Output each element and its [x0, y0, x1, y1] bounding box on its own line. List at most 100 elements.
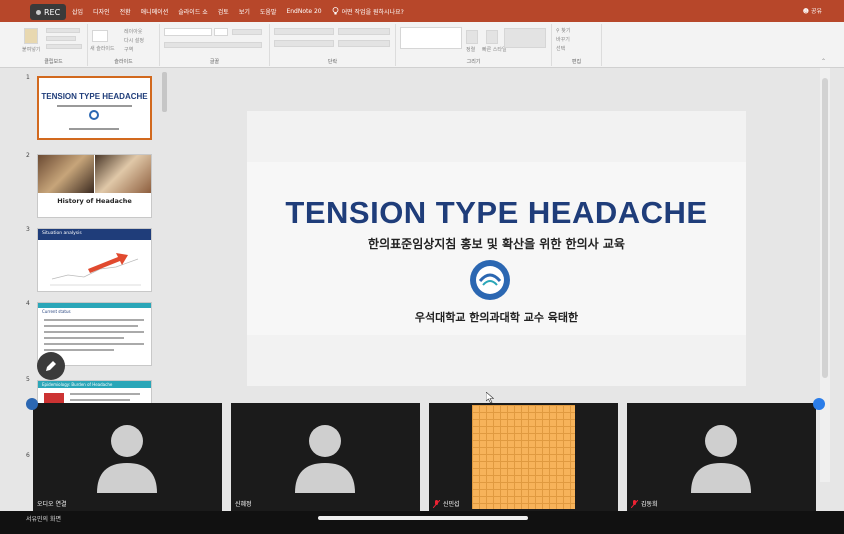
avatar-icon: [97, 425, 157, 493]
home-indicator[interactable]: [318, 516, 528, 520]
arrange-icon[interactable]: [466, 30, 478, 44]
group-editing: ⚲ 찾기 바꾸기 선택 편집: [552, 24, 602, 66]
find-button[interactable]: ⚲ 찾기: [556, 27, 570, 34]
tab-transitions[interactable]: 전환: [120, 7, 131, 16]
thumb-title: Situation analysis: [42, 231, 82, 236]
slide-top-band: [247, 111, 746, 162]
smartart-button[interactable]: [338, 40, 390, 47]
participant-name-label: 신민섭: [443, 501, 460, 508]
ribbon-tabs: 삽입 디자인 전환 애니메이션 슬라이드 쇼 검토 보기 도움말 EndNote…: [72, 0, 404, 22]
tab-animations[interactable]: 애니메이션: [141, 7, 169, 16]
group-paragraph-label: 단락: [327, 59, 338, 65]
mouse-cursor-icon: [486, 392, 494, 403]
font-size-select[interactable]: [214, 28, 228, 36]
format-painter-button[interactable]: [46, 44, 82, 49]
shape-format-buttons[interactable]: [504, 28, 546, 48]
person-icon: ☻: [802, 8, 810, 15]
thumb-logo-icon: [89, 110, 99, 120]
arrange-label[interactable]: 정렬: [466, 46, 475, 53]
list-buttons[interactable]: [274, 28, 334, 35]
new-slide-label[interactable]: 새 슬라이드: [90, 45, 115, 52]
cut-button[interactable]: [46, 28, 80, 33]
new-slide-icon[interactable]: [92, 30, 108, 42]
quick-styles-label[interactable]: 빠른 스타일: [482, 46, 507, 53]
slide-author[interactable]: 우석대학교 한의과대학 교수 육태한: [247, 309, 746, 325]
tell-me-search[interactable]: 어떤 작업을 원하시나요?: [332, 7, 404, 16]
tab-review[interactable]: 검토: [218, 7, 229, 16]
paste-label[interactable]: 붙여넣기: [22, 46, 40, 53]
tab-endnote[interactable]: EndNote 20: [286, 8, 321, 15]
collapse-ribbon-icon[interactable]: ⌃: [821, 58, 826, 65]
shapes-gallery[interactable]: [400, 27, 462, 49]
thumbnail-slide-2[interactable]: History of Headache: [37, 154, 152, 218]
group-clipboard-label: 클립보드: [44, 59, 63, 65]
meeting-footer: 서유민의 화면: [0, 511, 844, 534]
thumb-painting-image: [38, 155, 94, 193]
font-grow-buttons[interactable]: [232, 29, 262, 35]
copy-button[interactable]: [46, 36, 76, 41]
slide-subtitle[interactable]: 한의표준임상지침 홍보 및 확산을 위한 한의사 교육: [247, 235, 746, 252]
thumb-painting-image: [95, 155, 151, 193]
share-button[interactable]: ☻ 공유: [803, 6, 822, 15]
font-style-buttons[interactable]: [164, 42, 262, 48]
reset-button[interactable]: 다시 설정: [124, 37, 144, 44]
annotate-pen-button[interactable]: [37, 352, 65, 380]
pencil-icon: [46, 361, 56, 371]
thumb-text-line: [70, 399, 130, 401]
tell-me-text: 어떤 작업을 원하시나요?: [341, 8, 404, 16]
thumb-subtitle-line: [57, 105, 132, 107]
layout-button[interactable]: 레이아웃: [124, 28, 142, 35]
thumbnail-scrollbar[interactable]: [162, 72, 167, 112]
slide-scrollbar[interactable]: [820, 68, 830, 482]
participant-name-label: 신혜정: [235, 501, 252, 508]
active-screen-label: 서유민의 화면: [26, 516, 62, 523]
lightbulb-icon: [332, 7, 338, 15]
thumb-title: TENSION TYPE HEADACHE: [41, 92, 148, 101]
participant-tile[interactable]: 신혜정: [231, 403, 420, 511]
thumb-title: Epidemiology: Burden of Headache: [42, 382, 113, 387]
thumb-chart: [50, 253, 141, 286]
collapse-strip-right-button[interactable]: [813, 398, 825, 410]
slide-title[interactable]: TENSION TYPE HEADACHE: [247, 195, 746, 231]
tab-slideshow[interactable]: 슬라이드 쇼: [178, 7, 208, 16]
align-buttons[interactable]: [274, 40, 334, 47]
participant-name: 신혜정: [235, 499, 252, 508]
thumbnail-slide-1[interactable]: TENSION TYPE HEADACHE: [37, 76, 152, 140]
rec-indicator[interactable]: REC: [30, 4, 67, 20]
slide-canvas[interactable]: TENSION TYPE HEADACHE 한의표준임상지침 홍보 및 확산을 …: [247, 111, 746, 386]
participant-tile[interactable]: 신민섭: [429, 403, 618, 511]
rec-label: REC: [44, 7, 61, 17]
group-font: 글꼴: [160, 24, 270, 66]
participant-name: 김동희: [631, 499, 658, 508]
thumb-text-line: [44, 343, 144, 345]
menu-bar: REC 삽입 디자인 전환 애니메이션 슬라이드 쇼 검토 보기 도움말 End…: [0, 0, 844, 22]
thumb-text-line: [44, 325, 138, 327]
tab-help[interactable]: 도움말: [260, 7, 277, 16]
slide-bottom-band: [247, 335, 746, 386]
paste-icon[interactable]: [24, 28, 38, 44]
thumb-title: History of Headache: [57, 197, 132, 205]
avatar-icon: [691, 425, 751, 493]
group-editing-label: 편집: [571, 59, 582, 65]
participant-tile[interactable]: 오디오 연결: [33, 403, 222, 511]
thumbnail-slide-3[interactable]: Situation analysis: [37, 228, 152, 292]
rec-dot-icon: [36, 9, 41, 15]
participant-tile[interactable]: 김동희: [627, 403, 816, 511]
section-button[interactable]: 구역: [124, 46, 133, 53]
quick-styles-icon[interactable]: [486, 30, 498, 44]
collapse-strip-left-button[interactable]: [26, 398, 38, 410]
scroll-thumb[interactable]: [822, 78, 828, 378]
font-family-select[interactable]: [164, 28, 212, 36]
participant-name: 오디오 연결: [37, 499, 67, 508]
replace-button[interactable]: 바꾸기: [556, 36, 570, 43]
select-button[interactable]: 선택: [556, 45, 565, 52]
share-label: 공유: [810, 8, 822, 15]
tab-design[interactable]: 디자인: [93, 7, 110, 16]
tab-view[interactable]: 보기: [239, 7, 250, 16]
thumb-number: 1: [26, 74, 30, 81]
text-direction-button[interactable]: [338, 28, 390, 35]
thumb-text-line: [44, 331, 144, 333]
group-clipboard: 붙여넣기 클립보드: [20, 24, 88, 66]
thumb-number: 5: [26, 376, 30, 383]
tab-insert[interactable]: 삽입: [72, 7, 83, 16]
